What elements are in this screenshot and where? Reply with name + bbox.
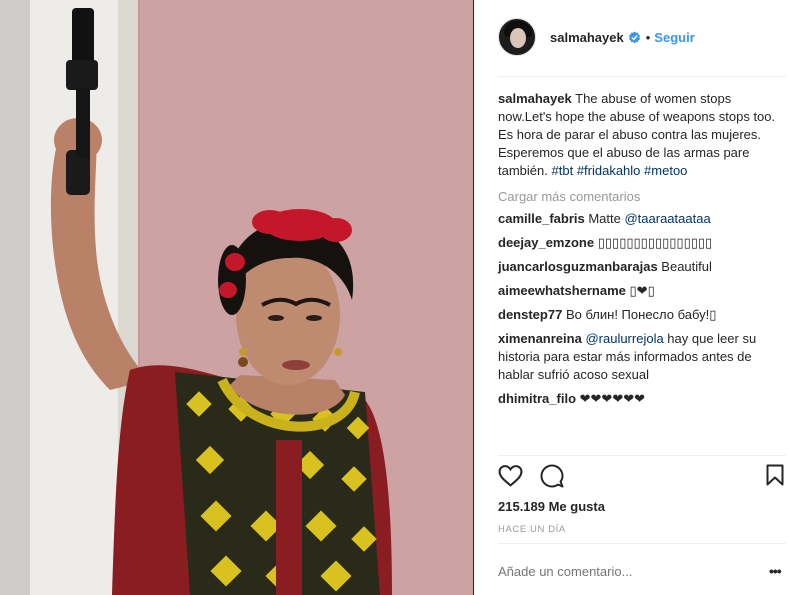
heart-icon[interactable] (498, 464, 523, 488)
likes-count[interactable]: 215.189 Me gusta (498, 499, 605, 514)
comment-text: Beautiful (661, 259, 712, 274)
post-side-panel: salmahayek • Seguir salmahayek The abuse… (474, 0, 790, 595)
comment-item: dhimitra_filo ❤❤❤❤❤❤ (498, 390, 780, 408)
comments-list: salmahayek The abuse of women stops now.… (498, 90, 780, 414)
header-divider (498, 76, 786, 77)
comment-text: ▯▯▯▯▯▯▯▯▯▯▯▯▯▯▯▯ (597, 235, 713, 250)
caption-username[interactable]: salmahayek (498, 91, 572, 106)
comment-text: Matte (588, 211, 625, 226)
hashtag-link[interactable]: #metoo (644, 163, 687, 178)
comment-username[interactable]: aimeewhatshername (498, 283, 626, 298)
hashtag-link[interactable]: #fridakahlo (577, 163, 641, 178)
more-options-button[interactable]: ••• (769, 563, 782, 579)
avatar[interactable] (498, 18, 536, 56)
post-photo (0, 0, 473, 595)
comment-item: juancarlosguzmanbarajas Beautiful (498, 258, 780, 276)
comment-username[interactable]: juancarlosguzmanbarajas (498, 259, 658, 274)
comment-item: ximenanreina @raulurrejola hay que leer … (498, 330, 780, 384)
bookmark-icon[interactable] (766, 464, 784, 486)
mention-link[interactable]: @raulurrejola (585, 331, 663, 346)
mention-link[interactable]: @taaraataataa (624, 211, 710, 226)
header-username[interactable]: salmahayek (550, 30, 624, 45)
instagram-post-view: salmahayek • Seguir salmahayek The abuse… (0, 0, 790, 595)
comment-text: Во блин! Понесло бабу!▯ (565, 307, 717, 322)
post-timestamp: HACE UN DÍA (498, 524, 566, 535)
follow-button[interactable]: Seguir (654, 30, 694, 45)
add-comment-input[interactable] (498, 564, 738, 579)
verified-badge-icon (628, 30, 640, 43)
comment-box-divider (498, 543, 786, 544)
post-actions (498, 462, 788, 492)
comment-username[interactable]: deejay_emzone (498, 235, 594, 250)
comment-item: deejay_emzone ▯▯▯▯▯▯▯▯▯▯▯▯▯▯▯▯ (498, 234, 780, 252)
comment-username[interactable]: dhimitra_filo (498, 391, 576, 406)
comment-username[interactable]: ximenanreina (498, 331, 582, 346)
load-more-comments-button[interactable]: Cargar más comentarios (498, 188, 780, 206)
actions-divider (498, 455, 786, 456)
comment-item: aimeewhatshername ▯❤▯ (498, 282, 780, 300)
post-header: salmahayek • Seguir (498, 16, 695, 58)
separator-dot: • (645, 29, 651, 45)
comment-item: denstep77 Во блин! Понесло бабу!▯ (498, 306, 780, 324)
post-caption: salmahayek The abuse of women stops now.… (498, 90, 780, 180)
comment-username[interactable]: camille_fabris (498, 211, 585, 226)
comment-text: ▯❤▯ (629, 283, 655, 298)
comment-item: camille_fabris Matte @taaraataataa (498, 210, 780, 228)
hashtag-link[interactable]: #tbt (552, 163, 574, 178)
comment-icon[interactable] (540, 464, 564, 488)
post-image-illustration (0, 0, 473, 595)
avatar-face (510, 28, 526, 48)
comment-username[interactable]: denstep77 (498, 307, 562, 322)
comment-text: ❤❤❤❤❤❤ (579, 391, 645, 406)
